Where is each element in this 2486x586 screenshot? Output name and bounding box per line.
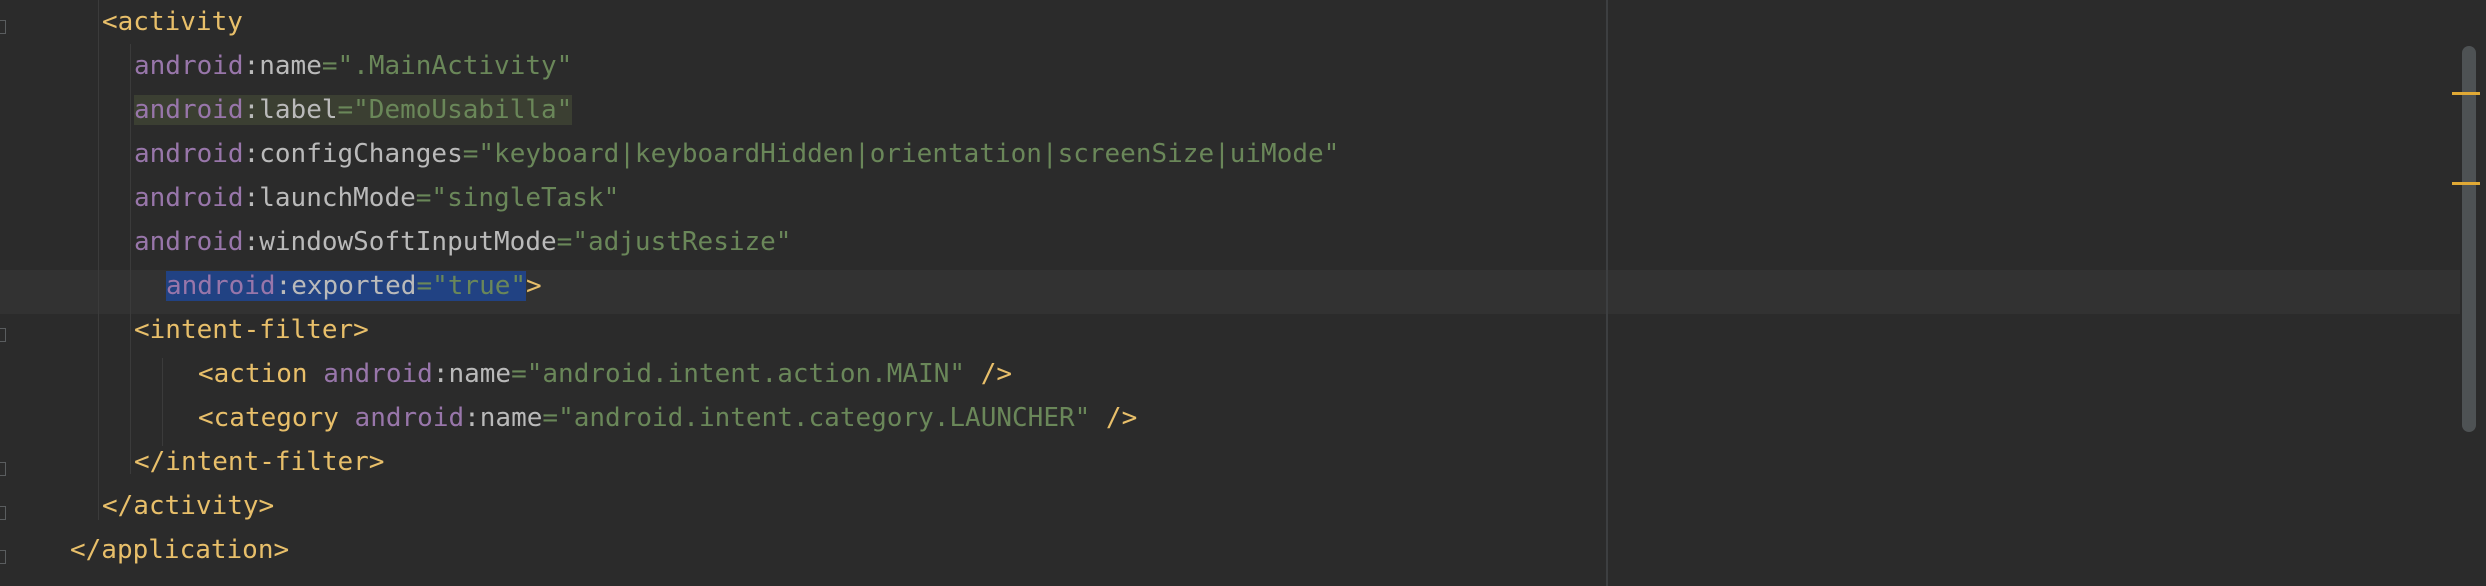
code-token: <category <box>198 403 355 433</box>
indent-guide <box>98 0 99 520</box>
code-token: :windowSoftInputMode <box>243 227 557 257</box>
code-line[interactable]: </activity> <box>102 484 274 528</box>
code-token: = <box>556 227 573 257</box>
fold-marker[interactable] <box>0 506 6 520</box>
fold-marker[interactable] <box>0 462 6 476</box>
code-token: = <box>462 139 479 169</box>
code-token: android <box>166 271 276 301</box>
code-editor[interactable]: <activity android:name=".MainActivity" and… <box>0 0 2486 586</box>
code-token: /> <box>1090 403 1138 433</box>
warning-marker[interactable] <box>2452 182 2480 185</box>
code-line[interactable]: android:exported="true"> <box>166 264 542 308</box>
code-token: android <box>134 227 244 257</box>
code-token: "keyboard|keyboardHidden|orientation|scr… <box>478 139 1340 169</box>
code-token: android <box>134 51 244 81</box>
code-line[interactable]: android:label="DemoUsabilla" <box>134 88 573 132</box>
fold-marker[interactable] <box>0 20 6 34</box>
code-token: "android.intent.category.LAUNCHER" <box>558 403 1091 433</box>
indent-guide <box>162 358 163 446</box>
indent-guide <box>130 44 131 474</box>
code-token: = <box>542 403 559 433</box>
code-token: "true" <box>432 271 527 301</box>
code-line[interactable]: android:configChanges="keyboard|keyboard… <box>134 132 1339 176</box>
code-token: = <box>416 271 433 301</box>
code-token: "android.intent.action.MAIN" <box>526 359 966 389</box>
warning-marker[interactable] <box>2452 92 2480 95</box>
code-token: <intent-filter> <box>134 315 369 345</box>
code-token: android <box>134 139 244 169</box>
code-token: android <box>134 183 244 213</box>
code-token: android <box>134 95 244 125</box>
code-token: "adjustResize" <box>572 227 792 257</box>
right-margin-guide <box>1606 0 1608 586</box>
code-line[interactable]: android:name=".MainActivity" <box>134 44 572 88</box>
code-token: = <box>415 183 432 213</box>
code-token: /> <box>965 359 1013 389</box>
code-token: </activity> <box>102 491 275 521</box>
scrollbar-thumb[interactable] <box>2462 46 2476 432</box>
code-token: android <box>354 403 465 433</box>
code-token: <activity <box>102 7 243 37</box>
code-token: :exported <box>275 271 417 301</box>
code-token: :launchMode <box>243 183 416 213</box>
code-token: </intent-filter> <box>134 447 385 477</box>
code-line[interactable]: <category android:name="android.intent.c… <box>198 396 1137 440</box>
code-token: :name <box>432 359 512 389</box>
code-token: :name <box>243 51 322 81</box>
code-token: = <box>511 359 527 389</box>
code-line[interactable]: <activity <box>102 0 243 44</box>
fold-marker[interactable] <box>0 328 6 342</box>
code-token: > <box>526 271 542 301</box>
code-line[interactable]: <intent-filter> <box>134 308 369 352</box>
fold-marker[interactable] <box>0 550 6 564</box>
code-token: "singleTask" <box>431 183 620 213</box>
code-token: :label <box>243 95 338 125</box>
code-line[interactable]: android:launchMode="singleTask" <box>134 176 619 220</box>
code-token: = <box>321 51 338 81</box>
code-token: android <box>323 359 433 389</box>
code-line[interactable]: </application> <box>70 528 289 572</box>
code-token: :configChanges <box>243 139 463 169</box>
code-token: :name <box>464 403 543 433</box>
code-token: = <box>337 95 354 125</box>
code-line[interactable]: <action android:name="android.intent.act… <box>198 352 1012 396</box>
code-token: ".MainActivity" <box>337 51 573 81</box>
code-line[interactable]: android:windowSoftInputMode="adjustResiz… <box>134 220 791 264</box>
code-token: <action <box>198 359 324 389</box>
code-token: </application> <box>70 535 290 565</box>
code-line[interactable]: </intent-filter> <box>134 440 384 484</box>
code-token: "DemoUsabilla" <box>353 95 573 125</box>
